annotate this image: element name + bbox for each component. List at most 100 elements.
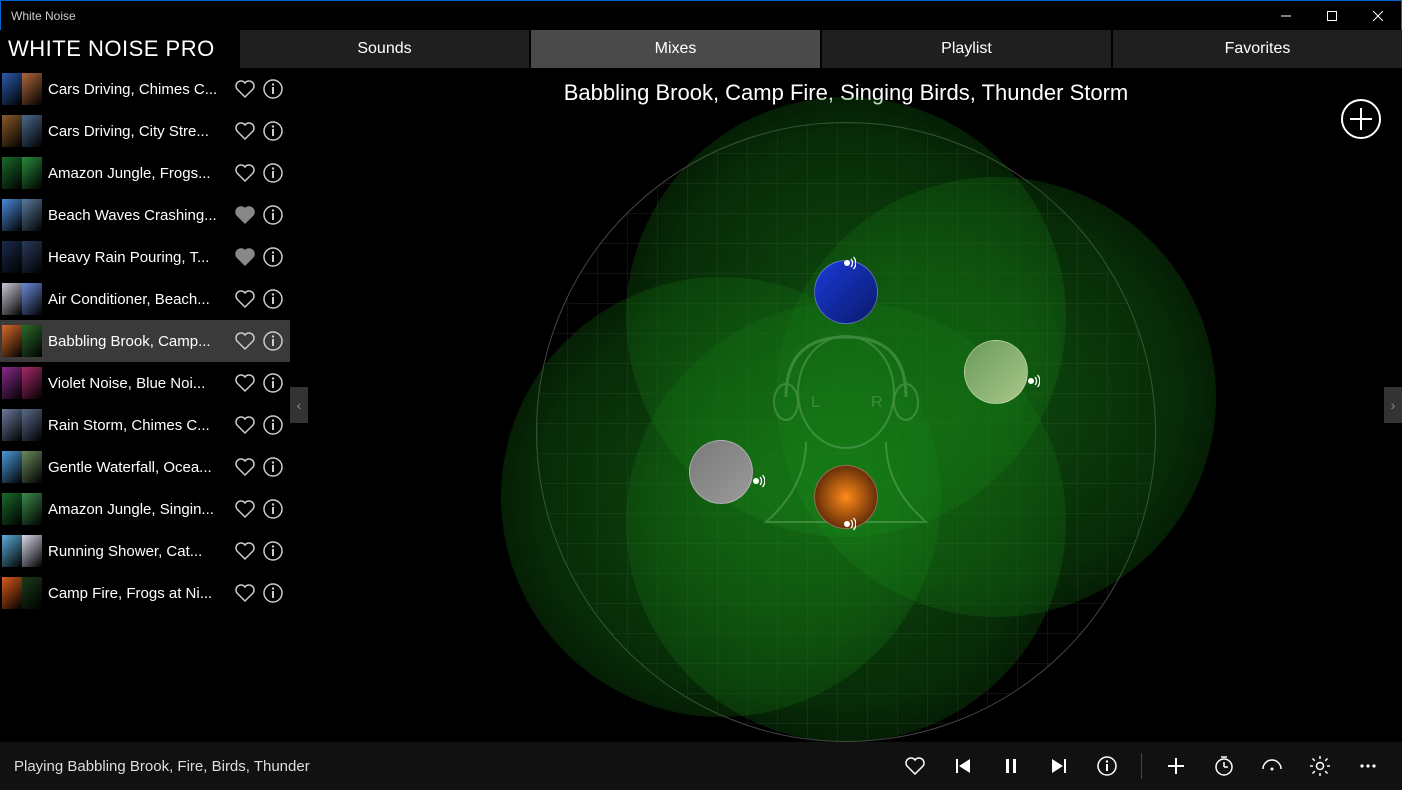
mix-thumbnail	[2, 283, 22, 315]
favorite-icon[interactable]	[234, 330, 256, 352]
add-button[interactable]	[1156, 746, 1196, 786]
tab-playlist[interactable]: Playlist	[822, 30, 1111, 68]
info-button[interactable]	[1087, 746, 1127, 786]
list-item[interactable]: Camp Fire, Frogs at Ni...	[0, 572, 290, 614]
pause-button[interactable]	[991, 746, 1031, 786]
broadcast-icon	[1021, 371, 1041, 391]
info-icon[interactable]	[262, 78, 284, 100]
window-titlebar: White Noise	[0, 0, 1402, 30]
mix-thumbnail	[2, 73, 22, 105]
list-item-label: Rain Storm, Chimes C...	[48, 417, 228, 434]
list-item[interactable]: Rain Storm, Chimes C...	[0, 404, 290, 446]
tab-mixes[interactable]: Mixes	[531, 30, 820, 68]
mix-thumbnail	[22, 115, 42, 147]
favorite-icon[interactable]	[234, 540, 256, 562]
favorite-button[interactable]	[895, 746, 935, 786]
list-item[interactable]: Cars Driving, City Stre...	[0, 110, 290, 152]
info-icon[interactable]	[262, 540, 284, 562]
mix-thumbnail	[2, 577, 22, 609]
sound-node-singing-birds[interactable]	[964, 340, 1028, 404]
info-icon[interactable]	[262, 288, 284, 310]
favorite-icon[interactable]	[234, 414, 256, 436]
favorite-icon[interactable]	[234, 372, 256, 394]
favorite-icon[interactable]	[234, 120, 256, 142]
svg-text:R: R	[871, 394, 883, 411]
info-icon[interactable]	[262, 414, 284, 436]
favorite-icon[interactable]	[234, 162, 256, 184]
list-item-label: Violet Noise, Blue Noi...	[48, 375, 228, 392]
list-item[interactable]: Amazon Jungle, Frogs...	[0, 152, 290, 194]
timer-button[interactable]	[1204, 746, 1244, 786]
list-item-label: Cars Driving, City Stre...	[48, 123, 228, 140]
favorite-icon[interactable]	[234, 582, 256, 604]
favorite-icon[interactable]	[234, 246, 256, 268]
list-item[interactable]: Heavy Rain Pouring, T...	[0, 236, 290, 278]
more-button[interactable]	[1348, 746, 1388, 786]
info-icon[interactable]	[262, 162, 284, 184]
sleep-button[interactable]	[1252, 746, 1292, 786]
favorite-icon[interactable]	[234, 498, 256, 520]
mix-thumbnail	[22, 199, 42, 231]
info-icon[interactable]	[262, 330, 284, 352]
sound-node-thunder-storm[interactable]	[814, 260, 878, 324]
list-item[interactable]: Gentle Waterfall, Ocea...	[0, 446, 290, 488]
broadcast-icon	[837, 253, 857, 273]
list-item[interactable]: Violet Noise, Blue Noi...	[0, 362, 290, 404]
maximize-button[interactable]	[1309, 1, 1355, 31]
list-item[interactable]: Running Shower, Cat...	[0, 530, 290, 572]
mix-thumbnail	[2, 325, 22, 357]
info-icon[interactable]	[262, 204, 284, 226]
list-item-label: Air Conditioner, Beach...	[48, 291, 228, 308]
list-item[interactable]: Babbling Brook, Camp...	[0, 320, 290, 362]
prev-mix-button[interactable]: ‹	[290, 387, 308, 423]
app-title: WHITE NOISE PRO	[0, 30, 240, 68]
favorite-icon[interactable]	[234, 456, 256, 478]
window-title: White Noise	[11, 9, 1263, 23]
info-icon[interactable]	[262, 246, 284, 268]
mix-thumbnail	[22, 493, 42, 525]
tab-favorites[interactable]: Favorites	[1113, 30, 1402, 68]
mix-thumbnail	[2, 535, 22, 567]
mix-thumbnail	[22, 367, 42, 399]
list-item-label: Amazon Jungle, Singin...	[48, 501, 228, 518]
info-icon[interactable]	[262, 498, 284, 520]
favorite-icon[interactable]	[234, 288, 256, 310]
mix-thumbnail	[2, 451, 22, 483]
list-item[interactable]: Air Conditioner, Beach...	[0, 278, 290, 320]
mixes-list[interactable]: Cars Driving, Chimes C... Cars Driving, C…	[0, 68, 290, 742]
list-item-label: Heavy Rain Pouring, T...	[48, 249, 228, 266]
broadcast-icon	[837, 514, 857, 534]
prev-track-button[interactable]	[943, 746, 983, 786]
list-item[interactable]: Cars Driving, Chimes C...	[0, 68, 290, 110]
settings-button[interactable]	[1300, 746, 1340, 786]
list-item[interactable]: Beach Waves Crashing...	[0, 194, 290, 236]
mix-thumbnail	[22, 577, 42, 609]
info-icon[interactable]	[262, 582, 284, 604]
sound-node-camp-fire[interactable]	[814, 465, 878, 529]
status-text: Playing Babbling Brook, Fire, Birds, Thu…	[14, 758, 887, 775]
add-sound-button[interactable]	[1340, 98, 1382, 140]
close-button[interactable]	[1355, 1, 1401, 31]
mix-thumbnail	[22, 283, 42, 315]
next-track-button[interactable]	[1039, 746, 1079, 786]
mix-thumbnail	[2, 367, 22, 399]
list-item-label: Babbling Brook, Camp...	[48, 333, 228, 350]
mix-thumbnail	[22, 241, 42, 273]
list-item-label: Camp Fire, Frogs at Ni...	[48, 585, 228, 602]
favorite-icon[interactable]	[234, 204, 256, 226]
info-icon[interactable]	[262, 372, 284, 394]
list-item-label: Gentle Waterfall, Ocea...	[48, 459, 228, 476]
tab-sounds[interactable]: Sounds	[240, 30, 529, 68]
info-icon[interactable]	[262, 456, 284, 478]
mix-thumbnail	[2, 241, 22, 273]
list-item-label: Beach Waves Crashing...	[48, 207, 228, 224]
favorite-icon[interactable]	[234, 78, 256, 100]
sound-node-babbling-brook[interactable]	[689, 440, 753, 504]
mix-thumbnail	[22, 451, 42, 483]
list-item[interactable]: Amazon Jungle, Singin...	[0, 488, 290, 530]
next-mix-button[interactable]: ›	[1384, 387, 1402, 423]
minimize-button[interactable]	[1263, 1, 1309, 31]
mix-thumbnail	[2, 409, 22, 441]
mix-canvas[interactable]: L R	[506, 117, 1186, 742]
info-icon[interactable]	[262, 120, 284, 142]
